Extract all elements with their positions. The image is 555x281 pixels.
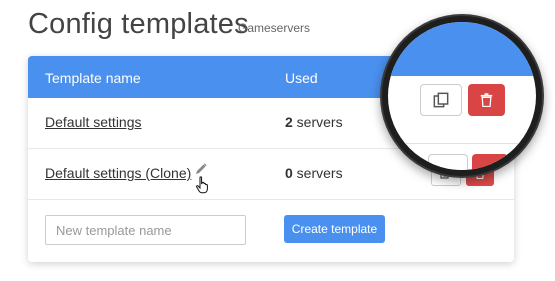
page-subtitle: Gameservers [238,21,311,35]
page-title: Config templates [28,8,249,40]
servers-count-number: 2 [285,114,293,130]
servers-count-suffix: servers [292,165,343,181]
trash-icon [480,93,493,107]
servers-count-suffix: servers [292,114,343,130]
delete-button[interactable] [468,84,505,116]
pencil-icon[interactable] [194,162,208,176]
template-name-link[interactable]: Default settings [45,114,142,130]
new-template-name-input[interactable] [45,215,246,245]
servers-count: 2 servers [285,114,343,130]
hand-pointer-icon [196,176,208,194]
delete-button [472,154,508,170]
magnifier-lens [388,22,536,170]
new-template-row: Create template [28,200,514,262]
column-header-used: Used [285,70,318,86]
magnified-table-header [388,22,536,76]
servers-count: 0 servers [285,165,343,181]
servers-count-number: 0 [285,165,293,181]
magnified-row-divider [388,143,536,144]
column-header-template-name: Template name [45,70,141,86]
clone-icon [433,92,449,108]
template-name-link[interactable]: Default settings (Clone) [45,165,191,181]
create-template-button[interactable]: Create template [284,215,385,243]
clone-button [428,154,468,170]
clone-button[interactable] [420,84,462,116]
